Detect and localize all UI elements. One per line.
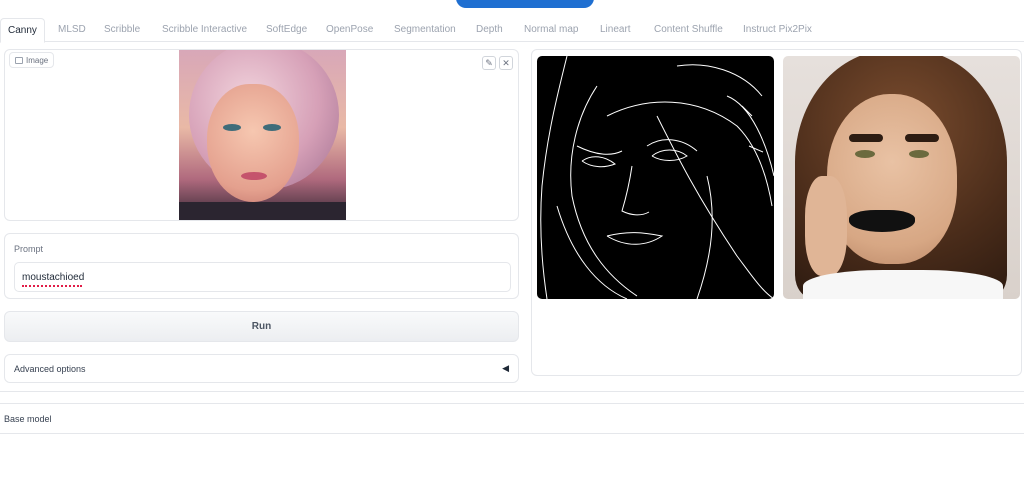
image-input[interactable]: Image ✎ ✕ [4, 49, 519, 221]
prompt-label: Prompt [14, 244, 44, 254]
canny-edge-lines [540, 56, 774, 299]
image-label: Image [9, 52, 55, 68]
pencil-icon[interactable]: ✎ [482, 56, 496, 70]
section-divider [0, 403, 1024, 404]
canny-edge-output[interactable] [537, 56, 774, 299]
advanced-options-accordion[interactable]: Advanced options ◀ [4, 354, 519, 383]
output-gallery: < [531, 49, 1022, 376]
tab-lineart[interactable]: Lineart [600, 18, 631, 42]
image-label-text: Image [26, 56, 49, 65]
model-tabs: Canny MLSD Scribble Scribble Interactive… [0, 18, 1024, 43]
tab-softedge[interactable]: SoftEdge [266, 18, 307, 42]
prompt-panel: Prompt [4, 233, 519, 299]
top-banner-button[interactable] [456, 0, 594, 8]
tab-normal-map[interactable]: Normal map [524, 18, 578, 42]
tab-scribble-interactive[interactable]: Scribble Interactive [162, 18, 247, 42]
input-portrait-image [179, 50, 346, 220]
tab-segmentation[interactable]: Segmentation [394, 18, 456, 42]
tab-scribble[interactable]: Scribble [104, 18, 140, 42]
tab-instruct-pix2pix[interactable]: Instruct Pix2Pix [743, 18, 812, 42]
prompt-input[interactable] [14, 262, 511, 292]
tab-openpose[interactable]: OpenPose [326, 18, 373, 42]
close-icon[interactable]: ✕ [499, 56, 513, 70]
base-model-label[interactable]: Base model [4, 414, 52, 424]
tab-mlsd[interactable]: MLSD [58, 18, 86, 42]
tab-canny[interactable]: Canny [0, 18, 45, 43]
run-button[interactable]: Run [4, 311, 519, 342]
tab-depth[interactable]: Depth [476, 18, 503, 42]
triangle-left-icon: ◀ [502, 363, 509, 373]
section-divider [0, 433, 1024, 434]
generated-output-image[interactable] [783, 56, 1020, 299]
tab-content-shuffle[interactable]: Content Shuffle [654, 18, 723, 42]
section-divider [0, 391, 1024, 392]
image-icon [15, 57, 23, 64]
spellcheck-underline [22, 285, 82, 287]
advanced-options-label: Advanced options [14, 364, 86, 374]
